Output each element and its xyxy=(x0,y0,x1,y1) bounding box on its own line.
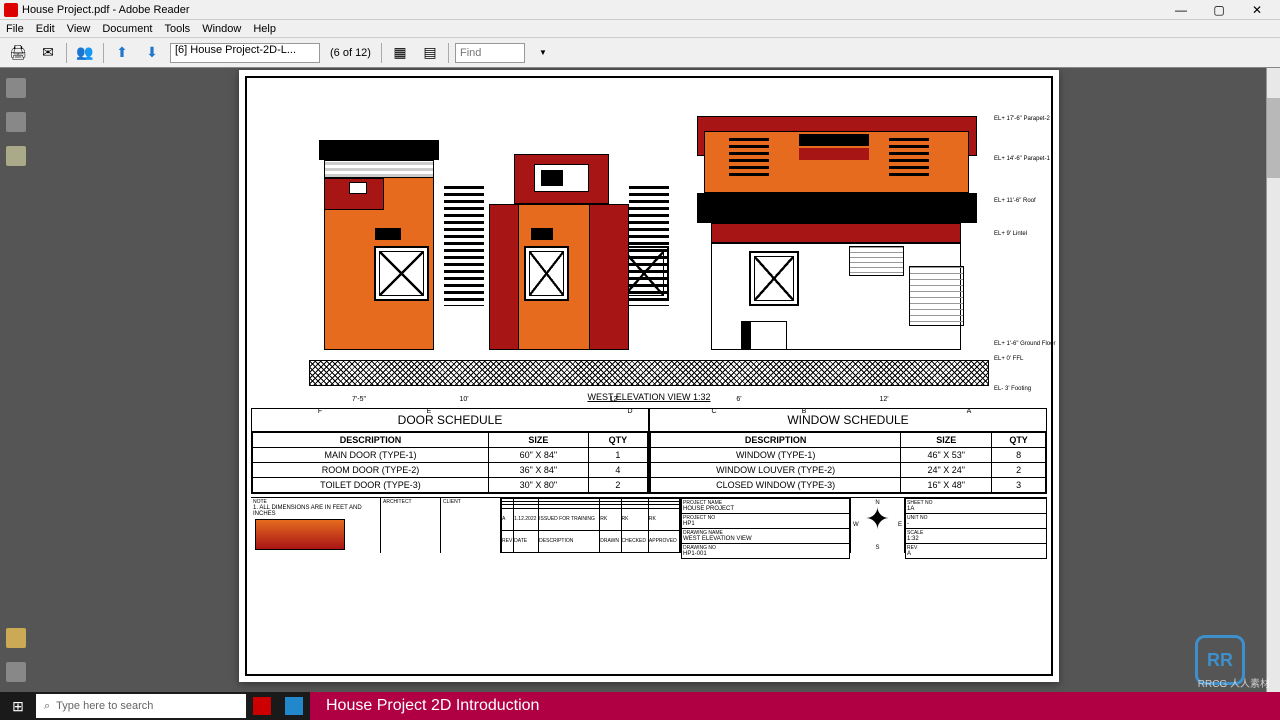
el-label: EL+ 11'-6" Roof xyxy=(994,198,1084,204)
el-label: EL+ 1'-6" Ground Floor xyxy=(994,341,1084,347)
page-next-icon[interactable]: ⬇ xyxy=(140,41,164,65)
thumbnail-image xyxy=(255,519,345,550)
el-label: EL+ 17'-6" Parapet-2 xyxy=(994,116,1084,122)
window-title: House Project.pdf - Adobe Reader xyxy=(22,4,190,16)
elevation-drawing: EL+ 17'-6" Parapet-2 EL+ 14'-6" Parapet-… xyxy=(309,86,989,386)
separator xyxy=(103,43,104,63)
page-prev-icon[interactable]: ⬆ xyxy=(110,41,134,65)
grid-label: A xyxy=(964,408,974,415)
document-viewer[interactable]: EL+ 17'-6" Parapet-2 EL+ 14'-6" Parapet-… xyxy=(32,68,1266,692)
taskbar: ⊞ ⌕ Type here to search House Project 2D… xyxy=(0,692,1280,720)
watermark: RR RRCG 人人素材 xyxy=(1170,630,1270,690)
separator xyxy=(66,43,67,63)
dim: 12' xyxy=(829,396,939,403)
menu-bar: File Edit View Document Tools Window Hel… xyxy=(0,20,1280,38)
continuous-icon[interactable]: ▤ xyxy=(418,41,442,65)
dim: 6' xyxy=(709,396,769,403)
signatures-panel-icon[interactable] xyxy=(6,628,26,648)
find-input[interactable] xyxy=(455,43,525,63)
menu-tools[interactable]: Tools xyxy=(165,23,191,35)
menu-edit[interactable]: Edit xyxy=(36,23,55,35)
th: DESCRIPTION xyxy=(253,433,489,448)
grid-label: C xyxy=(709,408,719,415)
separator xyxy=(381,43,382,63)
el-label: EL+ 9' Lintel xyxy=(994,231,1084,237)
architect-label: ARCHITECT xyxy=(383,499,438,505)
scrollbar-thumb[interactable] xyxy=(1267,98,1280,178)
search-icon: ⌕ xyxy=(44,700,50,713)
th: DESCRIPTION xyxy=(651,433,901,448)
grid-label: B xyxy=(799,408,809,415)
el-label: EL- 3' Footing xyxy=(994,386,1084,392)
th: QTY xyxy=(992,433,1046,448)
app-icon xyxy=(4,3,18,17)
menu-help[interactable]: Help xyxy=(253,23,276,35)
menu-view[interactable]: View xyxy=(67,23,91,35)
vertical-scrollbar[interactable] xyxy=(1266,68,1280,692)
grid-label: F xyxy=(315,408,325,415)
grid-label: E xyxy=(424,408,434,415)
pages-panel-icon[interactable] xyxy=(6,78,26,98)
dim: 7'-5" xyxy=(319,396,399,403)
dim: 12' xyxy=(559,396,669,403)
nav-sidebar xyxy=(0,68,32,692)
grid-label: D xyxy=(625,408,635,415)
pdf-page: EL+ 17'-6" Parapet-2 EL+ 14'-6" Parapet-… xyxy=(239,70,1059,682)
el-label: EL+ 0' FFL xyxy=(994,356,1084,362)
document-selector[interactable]: [6] House Project-2D-L... xyxy=(170,43,320,63)
taskbar-adobe-icon[interactable] xyxy=(246,692,278,720)
door-schedule-title: DOOR SCHEDULE xyxy=(252,409,648,432)
print-icon[interactable]: 🖨 xyxy=(6,41,30,65)
toolbar: 🖨 ✉ 👥 ⬆ ⬇ [6] House Project-2D-L... (6 o… xyxy=(0,38,1280,68)
video-title: House Project 2D Introduction xyxy=(310,692,1280,720)
table-row: MAIN DOOR (TYPE-1)60" X 84"1 xyxy=(253,448,648,463)
th: SIZE xyxy=(488,433,588,448)
note-text: 1. ALL DIMENSIONS ARE IN FEET AND INCHES xyxy=(253,505,378,517)
minimize-button[interactable]: — xyxy=(1162,0,1200,20)
page-counter: (6 of 12) xyxy=(326,47,375,59)
start-button[interactable]: ⊞ xyxy=(0,692,36,720)
email-icon[interactable]: ✉ xyxy=(36,41,60,65)
search-placeholder: Type here to search xyxy=(56,700,153,712)
menu-window[interactable]: Window xyxy=(202,23,241,35)
collaborate-icon[interactable]: 👥 xyxy=(73,41,97,65)
close-button[interactable]: ✕ xyxy=(1238,0,1276,20)
table-row: TOILET DOOR (TYPE-3)30" X 80"2 xyxy=(253,478,648,493)
title-bar: House Project.pdf - Adobe Reader — ▢ ✕ xyxy=(0,0,1280,20)
menu-document[interactable]: Document xyxy=(102,23,152,35)
watermark-text: RRCG 人人素材 xyxy=(1198,675,1270,690)
taskbar-search[interactable]: ⌕ Type here to search xyxy=(36,694,246,718)
single-page-icon[interactable]: ▦ xyxy=(388,41,412,65)
door-schedule-table: DOOR SCHEDULE DESCRIPTION SIZE QTY MAIN … xyxy=(251,408,649,494)
title-block: NOTE 1. ALL DIMENSIONS ARE IN FEET AND I… xyxy=(251,497,1047,553)
menu-file[interactable]: File xyxy=(6,23,24,35)
compass-icon xyxy=(860,501,896,537)
th: QTY xyxy=(588,433,647,448)
th: SIZE xyxy=(901,433,992,448)
client-label: CLIENT xyxy=(443,499,498,505)
dim: 10' xyxy=(419,396,509,403)
table-row: CLOSED WINDOW (TYPE-3)16" X 48"3 xyxy=(651,478,1046,493)
find-dropdown-icon[interactable]: ▼ xyxy=(531,41,555,65)
bookmarks-panel-icon[interactable] xyxy=(6,112,26,132)
attachments-panel-icon[interactable] xyxy=(6,662,26,682)
maximize-button[interactable]: ▢ xyxy=(1200,0,1238,20)
table-row: WINDOW (TYPE-1)46" X 53"8 xyxy=(651,448,1046,463)
separator xyxy=(448,43,449,63)
window-schedule-table: WINDOW SCHEDULE DESCRIPTION SIZE QTY WIN… xyxy=(649,408,1047,494)
table-row: ROOM DOOR (TYPE-2)36" X 84"4 xyxy=(253,463,648,478)
table-row: WINDOW LOUVER (TYPE-2)24" X 24"2 xyxy=(651,463,1046,478)
el-label: EL+ 14'-6" Parapet-1 xyxy=(994,156,1084,162)
taskbar-app-icon[interactable] xyxy=(278,692,310,720)
layers-panel-icon[interactable] xyxy=(6,146,26,166)
